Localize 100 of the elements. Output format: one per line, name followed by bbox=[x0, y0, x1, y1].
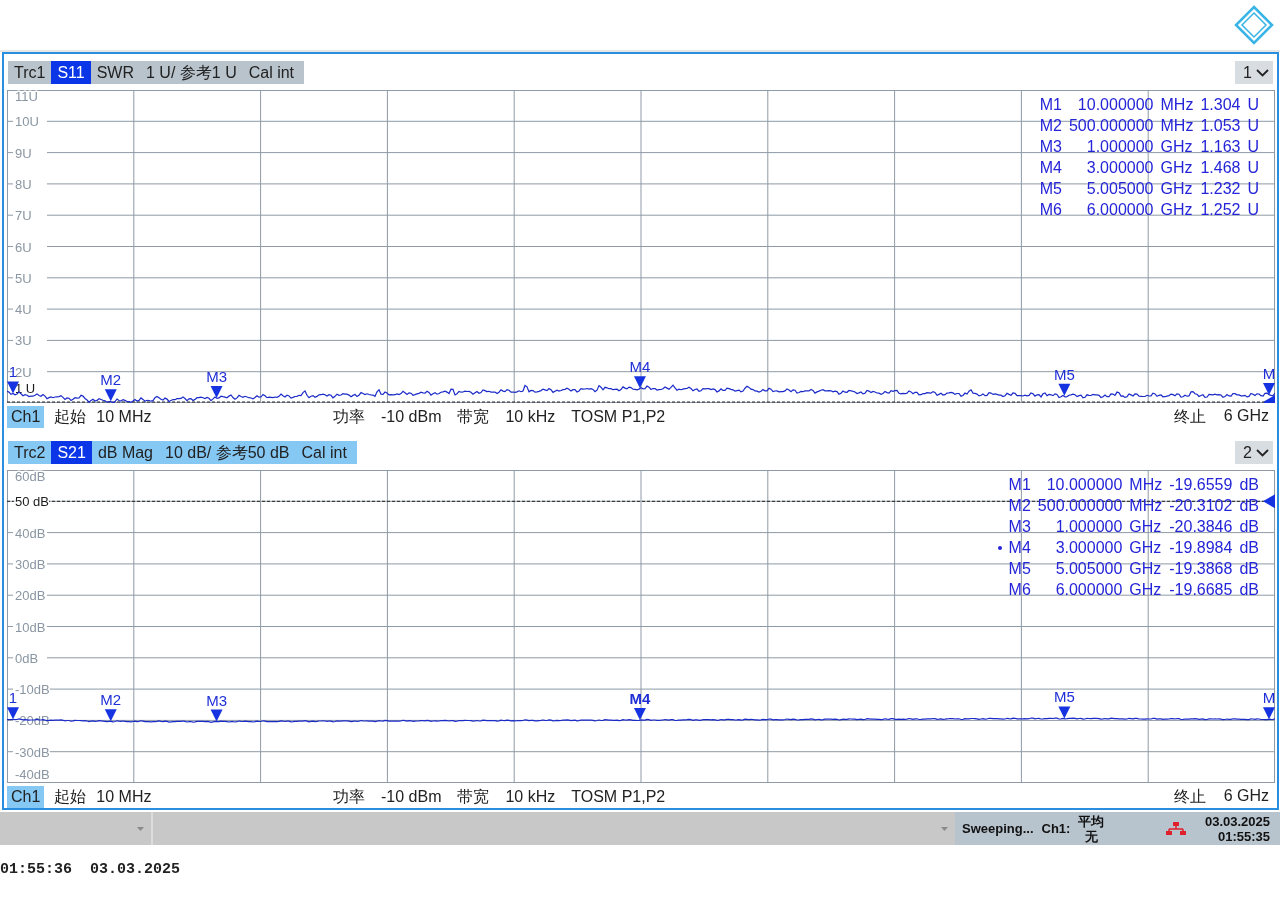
marker-name: M2 bbox=[1039, 116, 1062, 136]
frequency-unit: GHz bbox=[1129, 580, 1163, 600]
power-value: -10 dBm bbox=[381, 788, 442, 806]
power-value: -10 dBm bbox=[381, 408, 442, 426]
value-unit: dB bbox=[1239, 559, 1259, 579]
marker-name: M1 bbox=[1039, 95, 1062, 115]
marker-name: M2 bbox=[1008, 496, 1031, 516]
value-unit: U bbox=[1247, 179, 1259, 199]
marker-frequency: 10.000000 bbox=[1045, 475, 1123, 495]
marker-frequency: 500.000000 bbox=[1068, 116, 1154, 136]
marker-label: M3 bbox=[206, 691, 227, 709]
marker-value: 1.468 bbox=[1200, 158, 1241, 178]
frequency-unit: GHz bbox=[1160, 158, 1194, 178]
y-axis-label: 11U bbox=[15, 90, 38, 104]
trace-setting: 10 dB/ 参考50 dB bbox=[164, 443, 291, 463]
value-unit: U bbox=[1247, 200, 1259, 220]
marker-frequency: 3.000000 bbox=[1054, 538, 1123, 558]
y-axis-label: 9U bbox=[15, 145, 32, 161]
trace-setting: SWR bbox=[95, 63, 135, 83]
frequency-unit: GHz bbox=[1129, 517, 1163, 537]
trace-info-bar[interactable]: Trc1 S11 SWR 1 U/ 参考1 U Cal int bbox=[8, 61, 305, 84]
value-unit: U bbox=[1247, 158, 1259, 178]
y-axis-label: -40dB bbox=[15, 767, 50, 782]
marker-frequency: 5.005000 bbox=[1054, 559, 1123, 579]
marker-value: 1.053 bbox=[1200, 116, 1241, 136]
y-axis-label: 3U bbox=[15, 333, 32, 349]
y-axis-label: 8U bbox=[15, 176, 32, 192]
marker-value: -19.3868 bbox=[1169, 559, 1233, 579]
marker-label: M4 bbox=[629, 358, 651, 376]
s-parameter-label: S21 bbox=[51, 441, 92, 464]
diagram-selector-button[interactable]: 2 bbox=[1235, 441, 1273, 464]
marker-label: M4 bbox=[629, 690, 651, 708]
bandwidth-value: 10 kHz bbox=[505, 408, 556, 426]
frequency-unit: GHz bbox=[1129, 559, 1163, 579]
start-frequency: 10 MHz bbox=[96, 408, 152, 426]
trace-setting: 1 U/ 参考1 U bbox=[145, 63, 238, 83]
marker-name: M5 bbox=[1039, 179, 1062, 199]
calibration-label: TOSM P1,P2 bbox=[571, 408, 666, 426]
power-label: 功率 bbox=[333, 786, 365, 807]
value-unit: dB bbox=[1239, 517, 1259, 537]
y-axis-label: 0dB bbox=[15, 650, 39, 666]
marker-name: M1 bbox=[1008, 475, 1031, 495]
marker-value: 1.232 bbox=[1200, 179, 1241, 199]
y-axis-label: 30dB bbox=[15, 556, 46, 572]
value-unit: U bbox=[1247, 137, 1259, 157]
y-axis-label: -30dB bbox=[15, 744, 50, 760]
marker-value: -19.6685 bbox=[1169, 580, 1233, 600]
diagram-selector-button[interactable]: 1 bbox=[1235, 61, 1273, 84]
marker-frequency: 1.000000 bbox=[1085, 137, 1154, 157]
channel-label[interactable]: Ch1 bbox=[7, 786, 45, 808]
bandwidth-label: 带宽 bbox=[457, 786, 490, 807]
average-label: 平均 bbox=[1078, 813, 1105, 829]
marker-label: M bbox=[1262, 365, 1275, 383]
frequency-unit: GHz bbox=[1160, 200, 1194, 220]
bandwidth-value: 10 kHz bbox=[505, 788, 556, 806]
marker-name: M3 bbox=[1039, 137, 1062, 157]
marker-value: 1.252 bbox=[1200, 200, 1241, 220]
frequency-unit: MHz bbox=[1160, 116, 1194, 136]
marker-name: M3 bbox=[1008, 517, 1031, 537]
marker-label: 1 bbox=[8, 363, 18, 381]
marker-label: M2 bbox=[100, 371, 122, 389]
y-axis-label: 7U bbox=[15, 208, 32, 224]
stop-frequency: 6 GHz bbox=[1223, 786, 1269, 806]
marker-frequency: 10.000000 bbox=[1076, 95, 1154, 115]
value-unit: U bbox=[1247, 116, 1259, 136]
trace-setting: dB Mag bbox=[96, 443, 154, 463]
marker-frequency: 500.000000 bbox=[1037, 496, 1123, 516]
timestamp: 01:55:36 03.03.2025 bbox=[0, 861, 182, 878]
value-unit: dB bbox=[1239, 475, 1259, 495]
reference-level-label: 1 U bbox=[15, 381, 36, 396]
marker-value: -20.3102 bbox=[1169, 496, 1233, 516]
marker-label: M5 bbox=[1053, 365, 1075, 383]
y-axis-label: 60dB bbox=[15, 470, 46, 484]
y-axis-label: 2U bbox=[15, 364, 32, 380]
trace-name: Trc2 bbox=[13, 443, 47, 463]
value-unit: U bbox=[1247, 95, 1259, 115]
marker-value: -19.6559 bbox=[1169, 475, 1233, 495]
marker-frequency: 3.000000 bbox=[1085, 158, 1154, 178]
frequency-unit: GHz bbox=[1160, 137, 1194, 157]
start-label: 起始 bbox=[54, 406, 87, 427]
sweep-status: Sweeping... bbox=[962, 821, 1034, 836]
value-unit: dB bbox=[1239, 538, 1259, 558]
marker-value: -20.3846 bbox=[1169, 517, 1233, 537]
trace-info-bar[interactable]: Trc2 S21 dB Mag 10 dB/ 参考50 dB Cal int bbox=[8, 441, 357, 464]
start-label: 起始 bbox=[54, 786, 87, 807]
marker-value: 1.163 bbox=[1200, 137, 1241, 157]
stop-label: 终止 bbox=[1173, 786, 1206, 807]
frequency-unit: MHz bbox=[1129, 475, 1163, 495]
marker-name: M4 bbox=[1008, 538, 1031, 558]
trace-name: Trc1 bbox=[13, 63, 47, 83]
y-axis-label: 10U bbox=[15, 114, 39, 130]
y-axis-label: 4U bbox=[15, 302, 32, 318]
start-frequency: 10 MHz bbox=[96, 788, 152, 806]
y-axis-label: 20dB bbox=[15, 588, 46, 604]
y-axis-label: -10dB bbox=[15, 682, 50, 698]
trace-setting: Cal int bbox=[247, 63, 296, 83]
status-date: 03.03.2025 bbox=[1204, 813, 1270, 829]
marker-name: M6 bbox=[1039, 200, 1062, 220]
channel-label[interactable]: Ch1 bbox=[7, 406, 45, 428]
marker-name: M5 bbox=[1008, 559, 1031, 579]
